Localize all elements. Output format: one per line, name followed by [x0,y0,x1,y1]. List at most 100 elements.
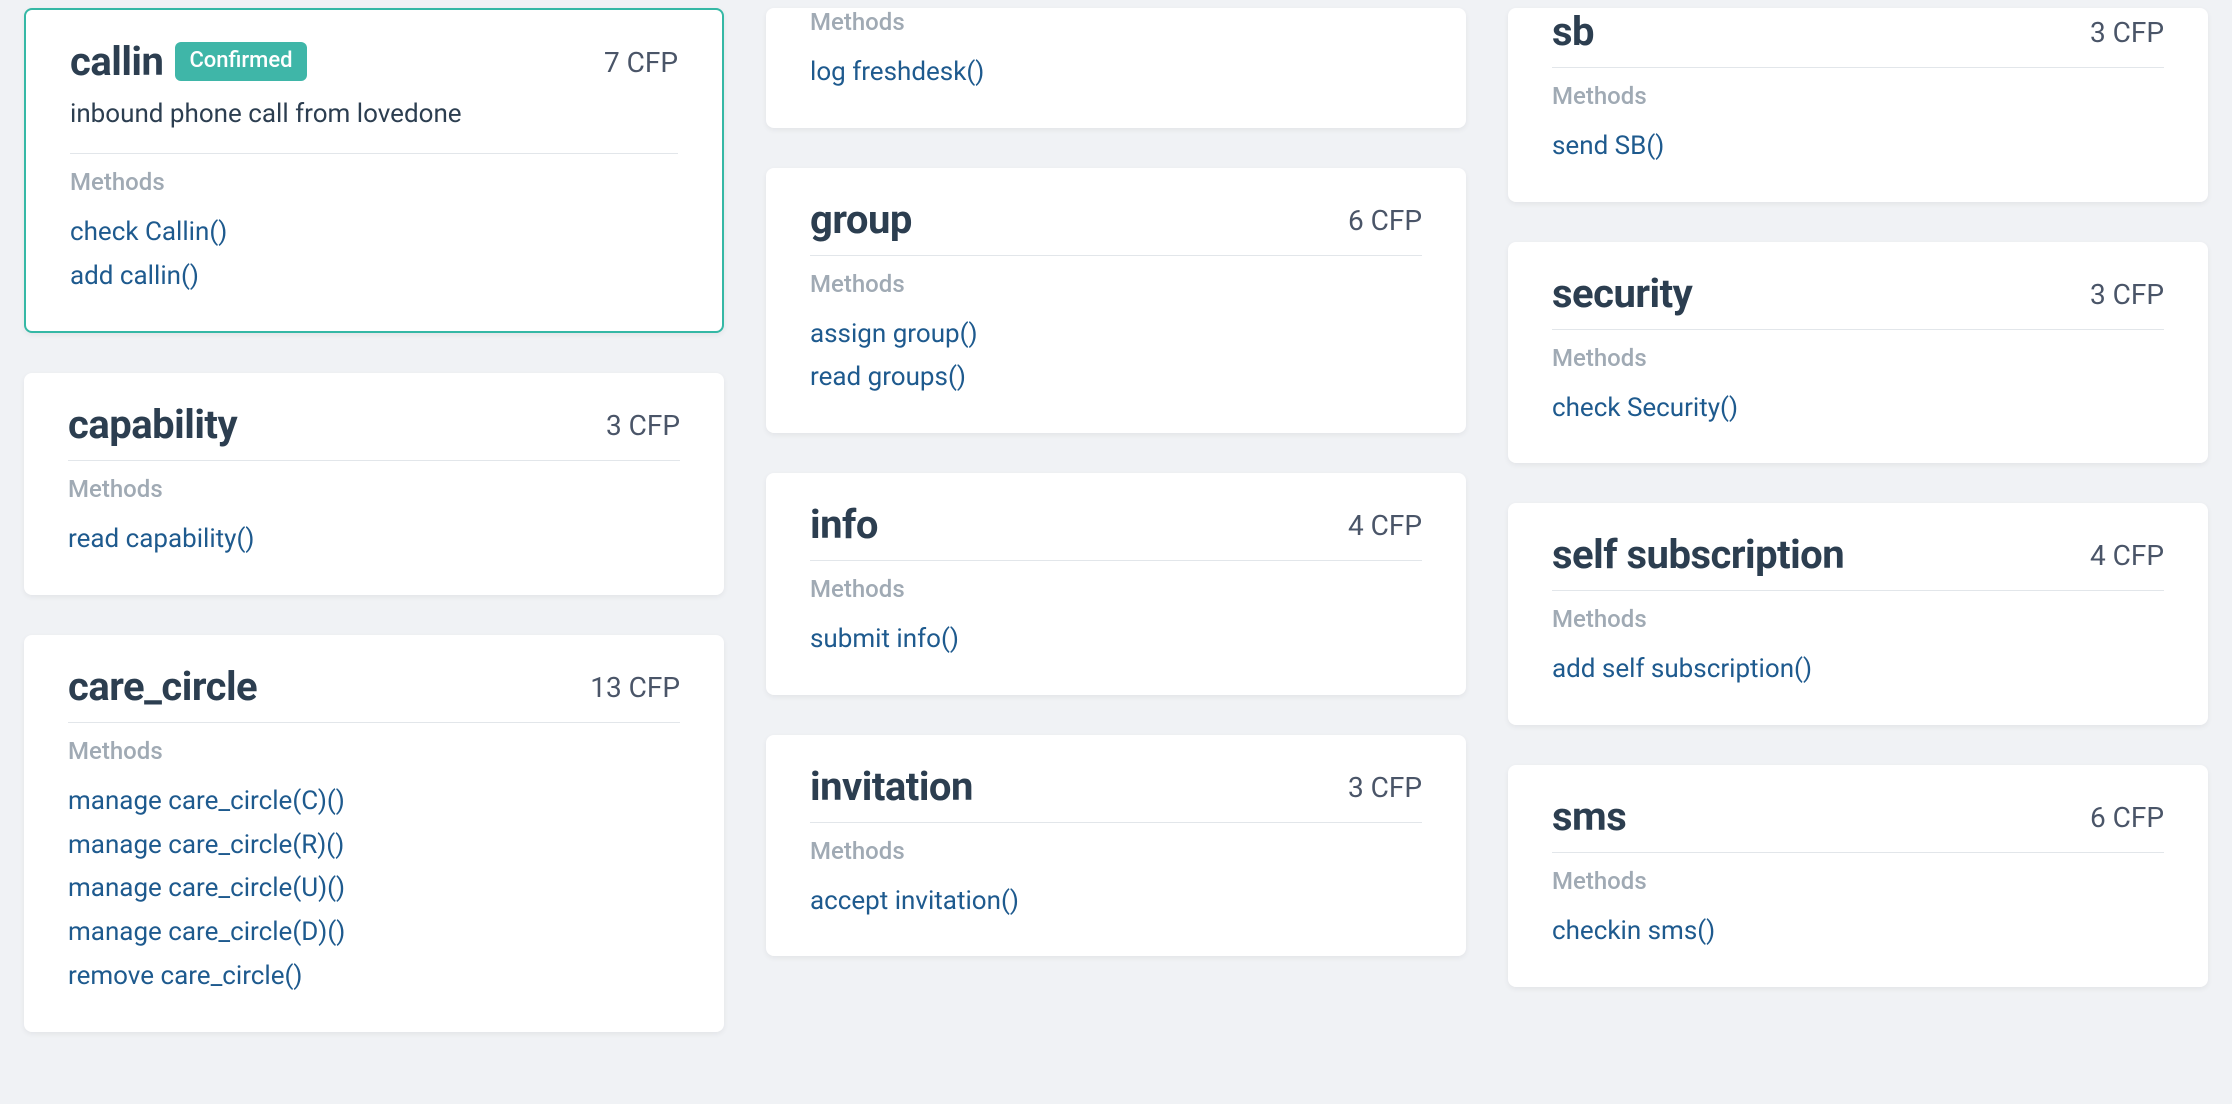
methods-label: Methods [68,475,680,503]
card-header: security 3 CFP [1552,270,2164,317]
card-sms[interactable]: sms 6 CFP Methods checkin sms() [1508,765,2208,987]
title-wrap: self subscription [1552,531,1844,578]
title-wrap: invitation [810,763,973,810]
method-link[interactable]: manage care_circle(U)() [68,870,680,908]
methods-list: checkin sms() [1552,913,2164,951]
methods-label: Methods [1552,605,2164,633]
cfp-count: 3 CFP [606,409,680,442]
title-wrap: callinConfirmed [70,38,307,85]
methods-list: add self subscription() [1552,651,2164,689]
method-link[interactable]: add callin() [70,258,678,296]
method-link[interactable]: check Callin() [70,214,678,252]
divider [810,560,1422,561]
method-link[interactable]: assign group() [810,316,1422,354]
card-header: self subscription 4 CFP [1552,531,2164,578]
methods-list: log freshdesk() [810,54,1422,92]
card-callin[interactable]: callinConfirmed 7 CFP inbound phone call f… [24,8,724,333]
method-link[interactable]: manage care_circle(C)() [68,783,680,821]
title-wrap: sb [1552,8,1594,55]
card-title: sb [1552,8,1594,55]
methods-label: Methods [1552,82,2164,110]
title-wrap: group [810,196,912,243]
cfp-count: 6 CFP [2090,801,2164,834]
card-title: care_circle [68,663,257,710]
card-info[interactable]: info 4 CFP Methods submit info() [766,473,1466,695]
methods-list: check Security() [1552,390,2164,428]
divider [1552,329,2164,330]
methods-label: Methods [1552,344,2164,372]
methods-list: submit info() [810,621,1422,659]
card-title: info [810,501,878,548]
divider [1552,852,2164,853]
card-header: care_circle 13 CFP [68,663,680,710]
column-0: callinConfirmed 7 CFP inbound phone call f… [24,8,724,1032]
methods-list: send SB() [1552,128,2164,166]
method-link[interactable]: manage care_circle(R)() [68,827,680,865]
method-link[interactable]: add self subscription() [1552,651,2164,689]
methods-list: check Callin() add callin() [70,214,678,295]
title-wrap: care_circle [68,663,257,710]
method-link[interactable]: submit info() [810,621,1422,659]
methods-label: Methods [810,837,1422,865]
card-header: invitation 3 CFP [810,763,1422,810]
card-header: capability 3 CFP [68,401,680,448]
card-header: info 4 CFP [810,501,1422,548]
methods-label: Methods [70,168,678,196]
card-header: callinConfirmed 7 CFP [70,38,678,85]
card-title: sms [1552,793,1626,840]
method-link[interactable]: log freshdesk() [810,54,1422,92]
method-link[interactable]: send SB() [1552,128,2164,166]
title-wrap: capability [68,401,237,448]
card-group[interactable]: group6 CFP Methods assign group() read grou… [766,168,1466,433]
card-freshdesk[interactable]: Methods log freshdesk() [766,8,1466,128]
cfp-count: 3 CFP [1348,771,1422,804]
card-title: callin [70,38,163,85]
methods-label: Methods [1552,867,2164,895]
methods-list: accept invitation() [810,883,1422,921]
card-title: security [1552,270,1692,317]
cfp-count: 7 CFP [604,46,678,79]
card-title: group [810,196,912,243]
card-header: group6 CFP [810,196,1422,243]
methods-label: Methods [810,8,1422,36]
column-1: Methods log freshdesk() group6 CFP Methods a… [766,8,1466,1032]
card-title: self subscription [1552,531,1844,578]
card-capability[interactable]: capability 3 CFP Methods read capability() [24,373,724,595]
divider [1552,590,2164,591]
methods-list: assign group() read groups() [810,316,1422,397]
cfp-count: 4 CFP [1348,509,1422,542]
card-title: capability [68,401,237,448]
divider [810,822,1422,823]
card-self_subscription[interactable]: self subscription 4 CFP Methods add self su… [1508,503,2208,725]
title-wrap: sms [1552,793,1626,840]
divider [68,460,680,461]
divider [1552,67,2164,68]
card-title: invitation [810,763,973,810]
cfp-count: 3 CFP [2090,278,2164,311]
method-link[interactable]: check Security() [1552,390,2164,428]
method-link[interactable]: read capability() [68,521,680,559]
methods-label: Methods [810,270,1422,298]
cfp-count: 3 CFP [2090,16,2164,49]
card-header: sms 6 CFP [1552,793,2164,840]
method-link[interactable]: manage care_circle(D)() [68,914,680,952]
divider [68,722,680,723]
column-2: sb 3 CFP Methods send SB() security 3 CFP Meth… [1508,8,2208,1032]
divider [810,255,1422,256]
cfp-count: 4 CFP [2090,539,2164,572]
card-sb[interactable]: sb 3 CFP Methods send SB() [1508,8,2208,202]
cfp-count: 13 CFP [590,671,680,704]
method-link[interactable]: checkin sms() [1552,913,2164,951]
method-link[interactable]: read groups() [810,359,1422,397]
card-security[interactable]: security 3 CFP Methods check Security() [1508,242,2208,464]
title-wrap: info [810,501,878,548]
methods-label: Methods [810,575,1422,603]
methods-list: manage care_circle(C)()manage care_circl… [68,783,680,995]
methods-label: Methods [68,737,680,765]
method-link[interactable]: remove care_circle() [68,958,680,996]
card-care_circle[interactable]: care_circle 13 CFP Methods manage care_circ… [24,635,724,1031]
method-link[interactable]: accept invitation() [810,883,1422,921]
card-invitation[interactable]: invitation 3 CFP Methods accept invitation(… [766,735,1466,957]
card-description: inbound phone call from lovedone [70,99,678,129]
card-grid: callinConfirmed 7 CFP inbound phone call f… [0,0,2232,1032]
